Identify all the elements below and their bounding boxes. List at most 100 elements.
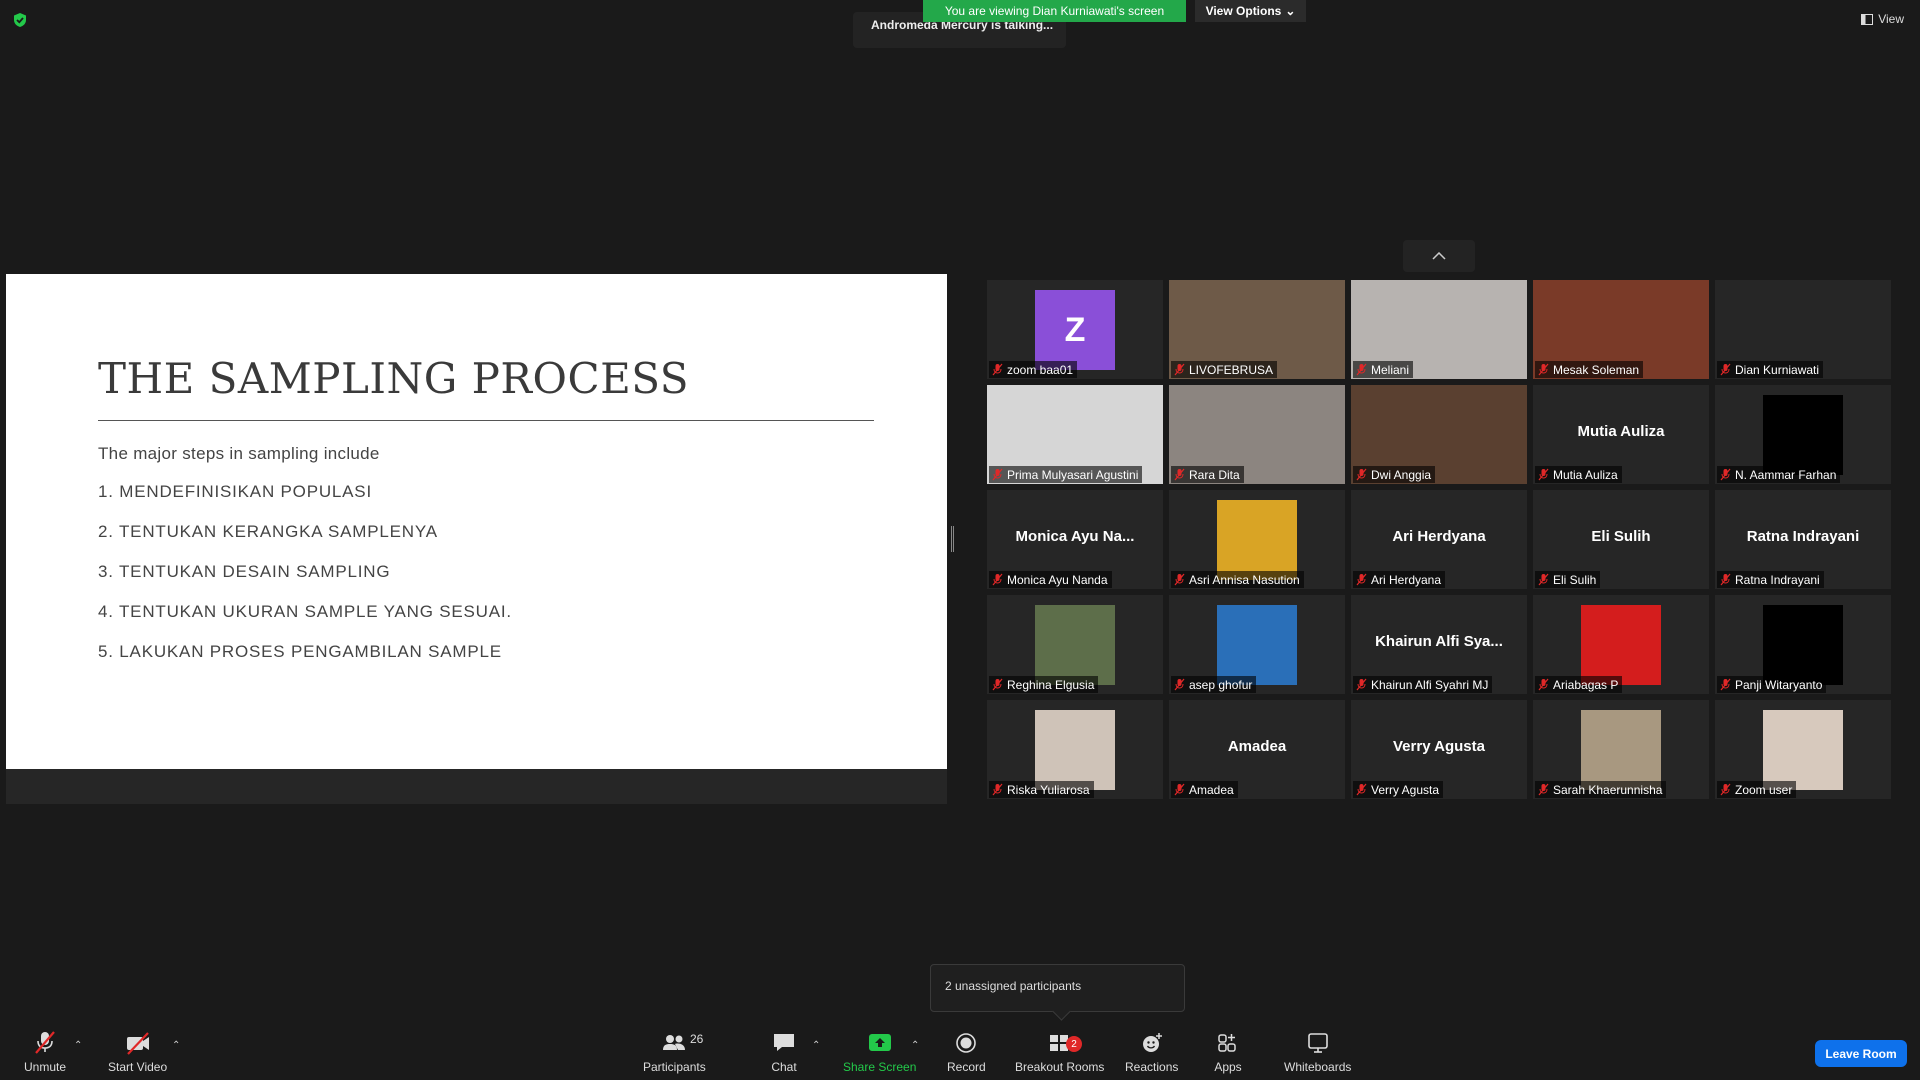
record-button[interactable]: Record — [947, 1030, 986, 1074]
participant-tile[interactable]: N. Aammar Farhan — [1715, 385, 1891, 484]
unassigned-participants-text: 2 unassigned participants — [945, 979, 1082, 993]
slide-step: 2. TENTUKAN KERANGKA SAMPLENYA — [98, 522, 438, 541]
participant-tile[interactable]: Prima Mulyasari Agustini — [987, 385, 1163, 484]
participant-name-label: Meliani — [1353, 361, 1414, 378]
unassigned-participants-tooltip[interactable]: 2 unassigned participants — [930, 964, 1185, 1012]
leave-room-label: Leave Room — [1825, 1046, 1897, 1061]
participant-tile[interactable]: Zoom user — [1715, 700, 1891, 799]
shared-screen[interactable]: THE SAMPLING PROCESS The major steps in … — [6, 274, 947, 804]
participant-name-label: Rara Dita — [1171, 466, 1244, 483]
whiteboards-label: Whiteboards — [1284, 1060, 1352, 1074]
participant-display-name: Monica Ayu Na... — [1015, 528, 1135, 545]
participant-name-label: Dwi Anggia — [1353, 466, 1436, 483]
panel-resize-handle[interactable] — [951, 526, 954, 552]
reactions-button[interactable]: Reactions — [1125, 1030, 1178, 1074]
apps-icon — [1218, 1034, 1236, 1052]
participant-tile[interactable]: asep ghofur — [1169, 595, 1345, 694]
video-camera-off-icon — [126, 1032, 149, 1055]
participant-tile[interactable]: Mesak Soleman — [1533, 280, 1709, 379]
unmute-button[interactable]: Unmute — [24, 1030, 66, 1074]
participant-tile[interactable]: Dian Kurniawati — [1715, 280, 1891, 379]
slide-intro: The major steps in sampling include — [98, 444, 380, 463]
participant-tile[interactable]: Sarah Khaerunnisha — [1533, 700, 1709, 799]
participant-tile[interactable]: Reghina Elgusia — [987, 595, 1163, 694]
participant-name-label: Ratna Indrayani — [1717, 571, 1824, 588]
participant-name: Mesak Soleman — [1553, 362, 1640, 377]
participant-tile[interactable]: Eli Sulih Eli Sulih — [1533, 490, 1709, 589]
leave-room-button[interactable]: Leave Room — [1815, 1040, 1907, 1067]
participant-profile-picture — [1763, 395, 1843, 475]
participant-name: Ratna Indrayani — [1735, 572, 1820, 587]
video-options-caret-icon[interactable]: ⌃ — [172, 1040, 180, 1051]
chat-label: Chat — [771, 1060, 797, 1074]
participant-tile[interactable]: Meliani — [1351, 280, 1527, 379]
muted-mic-icon — [992, 468, 1003, 481]
participant-tile[interactable]: LIVOFEBRUSA — [1169, 280, 1345, 379]
participant-tile[interactable]: Panji Witaryanto — [1715, 595, 1891, 694]
participant-tile[interactable]: Ratna Indrayani Ratna Indrayani — [1715, 490, 1891, 589]
participant-tile[interactable]: Rara Dita — [1169, 385, 1345, 484]
participant-tile[interactable]: Monica Ayu Na... Monica Ayu Nanda — [987, 490, 1163, 589]
participant-display-name: Mutia Auliza — [1577, 423, 1665, 440]
chat-button[interactable]: Chat — [770, 1030, 798, 1074]
muted-mic-icon — [992, 363, 1003, 376]
microphone-muted-icon — [35, 1031, 55, 1054]
participant-tile[interactable]: Dwi Anggia — [1351, 385, 1527, 484]
participant-name: Prima Mulyasari Agustini — [1007, 467, 1139, 482]
muted-mic-icon — [1356, 468, 1367, 481]
apps-button[interactable]: Apps — [1214, 1030, 1242, 1074]
breakout-rooms-label: Breakout Rooms — [1015, 1060, 1105, 1074]
chat-options-caret-icon[interactable]: ⌃ — [812, 1040, 820, 1051]
participant-name: Zoom user — [1735, 782, 1793, 797]
participant-display-name: Amadea — [1227, 738, 1287, 755]
participant-name-label: Asri Annisa Nasution — [1171, 571, 1304, 588]
muted-mic-icon — [992, 573, 1003, 586]
participants-count: 26 — [690, 1032, 704, 1046]
participant-name-label: Zoom user — [1717, 781, 1797, 798]
participant-tile[interactable]: Riska Yuliarosa — [987, 700, 1163, 799]
participants-icon — [663, 1035, 686, 1050]
participant-name-label: Ariabagas P — [1535, 676, 1623, 693]
view-options-button[interactable]: View Options ⌄ — [1195, 0, 1306, 22]
participant-name-label: Prima Mulyasari Agustini — [989, 466, 1143, 483]
participant-tile[interactable]: Asri Annisa Nasution — [1169, 490, 1345, 589]
participant-tile[interactable]: Ariabagas P — [1533, 595, 1709, 694]
share-options-caret-icon[interactable]: ⌃ — [911, 1040, 919, 1051]
participant-name-label: N. Aammar Farhan — [1717, 466, 1841, 483]
participants-label: Participants — [643, 1060, 706, 1074]
participant-display-name: Ari Herdyana — [1392, 528, 1486, 545]
participant-name: N. Aammar Farhan — [1735, 467, 1837, 482]
participant-name: Monica Ayu Nanda — [1007, 572, 1108, 587]
muted-mic-icon — [1356, 573, 1367, 586]
share-screen-label: Share Screen — [843, 1060, 917, 1074]
participant-name: Riska Yuliarosa — [1007, 782, 1090, 797]
view-layout-button[interactable]: View — [1861, 12, 1904, 26]
apps-label: Apps — [1214, 1060, 1242, 1074]
participant-tile[interactable]: Khairun Alfi Sya... Khairun Alfi Syahri M… — [1351, 595, 1527, 694]
participant-tile[interactable]: Zzoom baa01 — [987, 280, 1163, 379]
participant-name-label: Sarah Khaerunnisha — [1535, 781, 1667, 798]
audio-options-caret-icon[interactable]: ⌃ — [74, 1040, 82, 1051]
participant-name: Dian Kurniawati — [1735, 362, 1820, 377]
participant-tile[interactable]: Amadea Amadea — [1169, 700, 1345, 799]
share-screen-button[interactable]: Share Screen — [843, 1030, 916, 1074]
muted-mic-icon — [1538, 468, 1549, 481]
participant-name: LIVOFEBRUSA — [1189, 362, 1274, 377]
muted-mic-icon — [1356, 363, 1367, 376]
start-video-button[interactable]: Start Video — [108, 1030, 167, 1074]
participant-name: asep ghofur — [1189, 677, 1253, 692]
participant-tile[interactable]: Verry Agusta Verry Agusta — [1351, 700, 1527, 799]
whiteboards-button[interactable]: Whiteboards — [1284, 1030, 1351, 1074]
participant-profile-picture — [1217, 500, 1297, 580]
participant-tile[interactable]: Mutia Auliza Mutia Auliza — [1533, 385, 1709, 484]
collapse-gallery-button[interactable] — [1403, 240, 1475, 272]
start-video-label: Start Video — [108, 1060, 168, 1074]
participant-profile-picture — [1035, 605, 1115, 685]
participant-profile-picture — [1763, 710, 1843, 790]
security-shield-icon[interactable] — [12, 12, 28, 28]
slide-divider — [98, 420, 874, 421]
slide-title: THE SAMPLING PROCESS — [98, 354, 690, 403]
viewing-screen-banner: You are viewing Dian Kurniawati's screen — [923, 0, 1186, 22]
breakout-rooms-button[interactable]: Breakout Rooms — [1015, 1030, 1104, 1074]
participant-tile[interactable]: Ari Herdyana Ari Herdyana — [1351, 490, 1527, 589]
